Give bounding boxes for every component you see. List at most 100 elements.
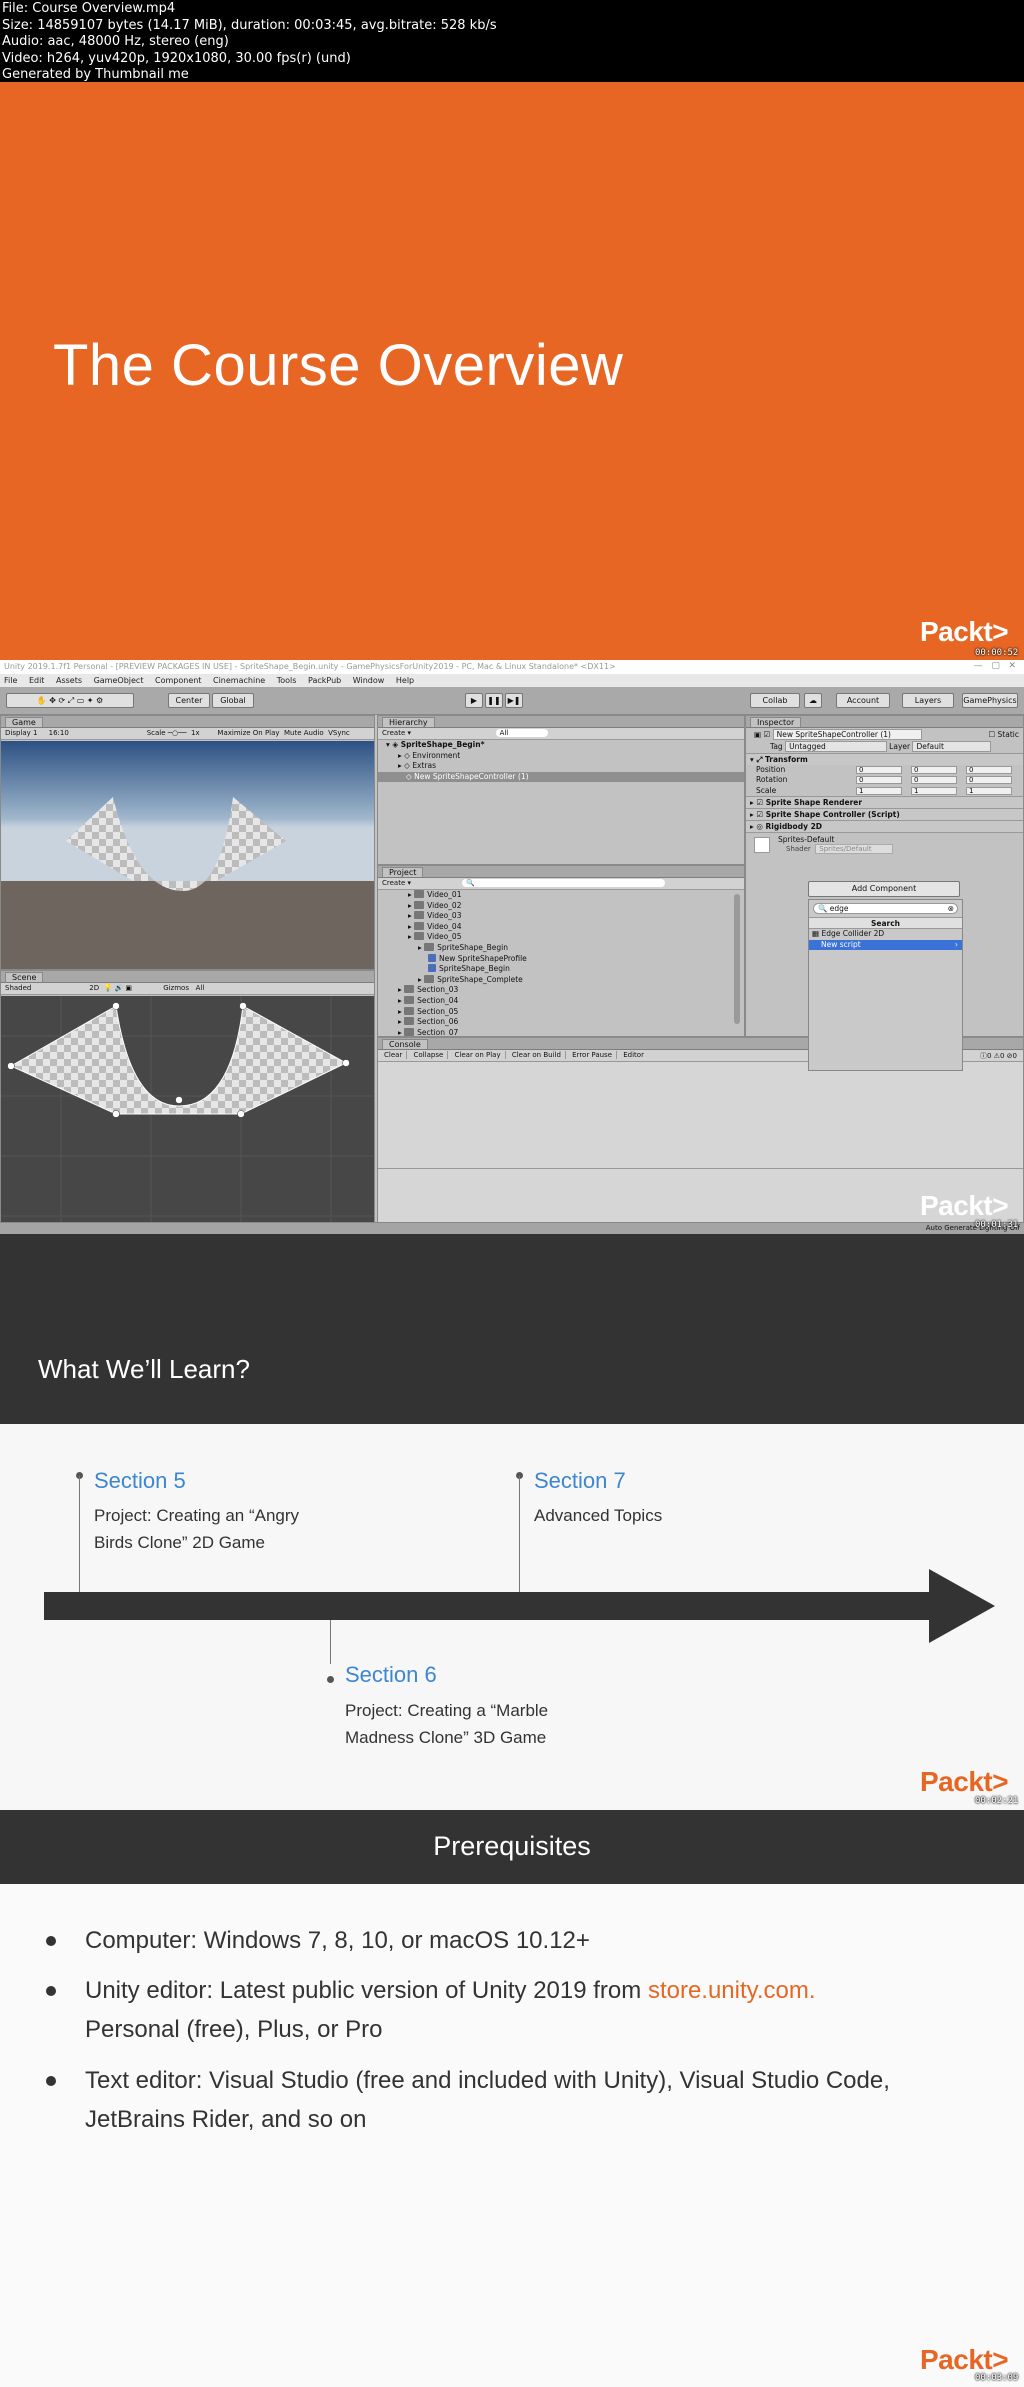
project-item[interactable]: ▸ Video_01: [378, 890, 744, 901]
add-component-button[interactable]: Add Component: [808, 881, 960, 897]
maximize-on-play-toggle[interactable]: Maximize On Play: [217, 729, 279, 737]
console-clear-button[interactable]: Clear: [380, 1051, 408, 1059]
shading-dropdown[interactable]: Shaded: [5, 984, 31, 992]
project-item[interactable]: ▸ Video_05: [378, 932, 744, 943]
result-edge-collider-2d[interactable]: ▦ Edge Collider 2D: [809, 929, 962, 940]
tab-game[interactable]: Game: [5, 717, 43, 727]
project-item[interactable]: ▸ SpriteShape_Begin: [378, 942, 744, 954]
hierarchy-create-button[interactable]: Create: [382, 729, 405, 737]
menu-window[interactable]: Window: [353, 676, 385, 685]
project-item[interactable]: ▸ Section_06: [378, 1017, 744, 1028]
gameobject-name-field[interactable]: New SpriteShapeController (1): [772, 729, 922, 740]
scene-view[interactable]: [1, 996, 375, 1234]
project-item[interactable]: SpriteShape_Begin: [378, 964, 744, 975]
rigidbody2d-component[interactable]: ▸ ◎ Rigidbody 2D: [746, 820, 1023, 833]
menu-cinemachine[interactable]: Cinemachine: [213, 676, 265, 685]
console-editor-dropdown[interactable]: Editor: [619, 1051, 648, 1059]
collab-button[interactable]: Collab: [750, 693, 800, 708]
project-item[interactable]: ▸ Section_04: [378, 995, 744, 1007]
hierarchy-item[interactable]: ▸ ◇ Extras: [378, 761, 744, 772]
window-controls[interactable]: — ▢ ✕: [974, 661, 1016, 671]
control-point[interactable]: [342, 1059, 350, 1067]
transform-tools[interactable]: ✋ ✥ ⟳ ⤢ ▭ ✦ ⚙: [6, 693, 134, 708]
component-search-field[interactable]: 🔍 edge ⊗: [813, 903, 958, 914]
project-item[interactable]: ▸ Section_03: [378, 985, 744, 996]
project-item[interactable]: ▸ Section_05: [378, 1006, 744, 1018]
console-error-count[interactable]: 0: [1013, 1052, 1017, 1060]
tab-console[interactable]: Console: [382, 1039, 428, 1049]
cloud-icon[interactable]: ☁: [804, 693, 822, 708]
menu-edit[interactable]: Edit: [29, 676, 45, 685]
console-info-count[interactable]: 0: [987, 1052, 991, 1060]
hierarchy-search[interactable]: All: [495, 729, 549, 737]
static-toggle[interactable]: Static: [998, 730, 1019, 739]
step-button[interactable]: ▶❚: [505, 693, 523, 708]
pivot-global-button[interactable]: Global: [212, 693, 254, 708]
tab-scene[interactable]: Scene: [5, 972, 44, 982]
transform-component[interactable]: ▾ ⤢ Transform: [746, 752, 1023, 765]
gizmos-dropdown[interactable]: Gizmos: [163, 984, 189, 992]
menu-tools[interactable]: Tools: [277, 676, 297, 685]
2d-toggle[interactable]: 2D: [89, 984, 99, 992]
result-new-script[interactable]: New script ›: [809, 939, 962, 951]
control-point[interactable]: [7, 1062, 15, 1070]
rotation-z-field[interactable]: 0: [966, 776, 1012, 785]
control-point[interactable]: [239, 1002, 247, 1010]
console-clear-on-build-button[interactable]: Clear on Build: [507, 1051, 566, 1059]
rotation-x-field[interactable]: 0: [856, 776, 902, 785]
play-button[interactable]: ▶: [465, 693, 483, 708]
project-item[interactable]: ▸ Section_07: [378, 1027, 744, 1036]
scene-search[interactable]: All: [196, 984, 205, 992]
menu-help[interactable]: Help: [396, 676, 414, 685]
vsync-toggle[interactable]: VSync: [328, 729, 350, 737]
hierarchy-item[interactable]: ▸ ◇ Environment: [378, 751, 744, 762]
scale-y-field[interactable]: 1: [911, 786, 957, 795]
tab-hierarchy[interactable]: Hierarchy: [382, 717, 435, 727]
project-search[interactable]: 🔍: [462, 879, 665, 887]
menu-file[interactable]: File: [4, 676, 17, 685]
project-item[interactable]: ▸ Video_02: [378, 900, 744, 912]
console-collapse-button[interactable]: Collapse: [409, 1051, 449, 1059]
layers-dropdown[interactable]: Layers: [902, 693, 954, 708]
tab-project[interactable]: Project: [382, 867, 424, 877]
pause-button[interactable]: ❚❚: [485, 693, 503, 708]
rotation-y-field[interactable]: 0: [911, 776, 957, 785]
project-item[interactable]: ▸ SpriteShape_Complete: [378, 974, 744, 986]
menu-component[interactable]: Component: [155, 676, 201, 685]
project-item[interactable]: New SpriteShapeProfile: [378, 953, 744, 965]
project-item[interactable]: ▸ Video_04: [378, 921, 744, 933]
shader-dropdown[interactable]: Sprites/Default: [815, 844, 893, 855]
scale-x-field[interactable]: 1: [856, 786, 902, 795]
scale-z-field[interactable]: 1: [966, 786, 1012, 795]
unity-store-link[interactable]: store.unity.com.: [648, 1977, 816, 2004]
project-create-button[interactable]: Create: [382, 879, 405, 887]
menu-gameobject[interactable]: GameObject: [94, 676, 144, 685]
position-x-field[interactable]: 0: [856, 765, 902, 774]
hierarchy-scene-root[interactable]: ▾ ◈ SpriteShape_Begin*: [378, 740, 744, 751]
mute-audio-toggle[interactable]: Mute Audio: [284, 729, 324, 737]
control-point[interactable]: [175, 1096, 183, 1104]
sprite-shape-renderer-component[interactable]: ▸ ☑ Sprite Shape Renderer: [746, 796, 1023, 809]
control-point[interactable]: [237, 1110, 245, 1118]
hierarchy-item-selected[interactable]: ◇ New SpriteShapeController (1): [378, 771, 744, 783]
position-z-field[interactable]: 0: [966, 765, 1012, 774]
menu-packpub[interactable]: PackPub: [308, 676, 341, 685]
console-warning-count[interactable]: 0: [1000, 1052, 1004, 1060]
position-y-field[interactable]: 0: [911, 765, 957, 774]
sprite-shape-controller-component[interactable]: ▸ ☑ Sprite Shape Controller (Script): [746, 808, 1023, 821]
game-view[interactable]: [1, 741, 375, 970]
account-dropdown[interactable]: Account: [836, 693, 890, 708]
aspect-dropdown[interactable]: 16:10: [49, 729, 69, 737]
tag-dropdown[interactable]: Untagged: [785, 741, 887, 752]
pivot-center-button[interactable]: Center: [168, 693, 210, 708]
display-dropdown[interactable]: Display 1: [5, 729, 37, 737]
project-item[interactable]: ▸ Video_03: [378, 911, 744, 922]
control-point[interactable]: [112, 1110, 120, 1118]
layout-dropdown[interactable]: GamePhysics: [962, 693, 1018, 708]
control-point[interactable]: [112, 1002, 120, 1010]
menu-assets[interactable]: Assets: [56, 676, 82, 685]
tab-inspector[interactable]: Inspector: [750, 717, 802, 727]
console-error-pause-button[interactable]: Error Pause: [568, 1051, 618, 1059]
project-scrollbar[interactable]: [734, 894, 740, 1024]
console-clear-on-play-button[interactable]: Clear on Play: [450, 1051, 506, 1059]
